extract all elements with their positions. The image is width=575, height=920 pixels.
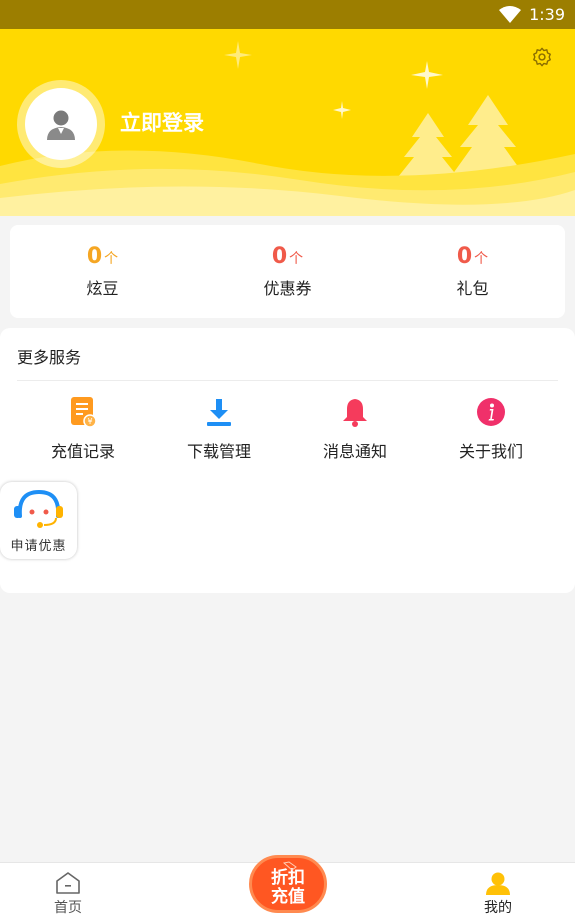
more-services-card: 更多服务 ¥ 充值记录 下载管理 消息通知 关于我们: [0, 328, 575, 593]
stat-xuandou[interactable]: 0 个 炫豆: [10, 225, 195, 318]
user-profile-icon: [486, 872, 510, 895]
stat-gift-packs[interactable]: 0 个 礼包: [380, 225, 565, 318]
service-notifications[interactable]: 消息通知: [287, 396, 423, 462]
stat-label: 礼包: [456, 279, 489, 298]
stat-coupons[interactable]: 0 个 优惠券: [195, 225, 380, 318]
service-recharge-record[interactable]: ¥ 充值记录: [15, 396, 151, 462]
nav-label: 首页: [54, 900, 82, 916]
apply-discount-floating-button[interactable]: 申请优惠: [0, 482, 77, 559]
fab-line-2: 充值: [271, 887, 305, 907]
bell-icon: [343, 399, 367, 427]
status-time: 1:39: [529, 5, 565, 24]
nav-mine[interactable]: 我的: [484, 871, 512, 917]
service-label: 消息通知: [322, 442, 387, 461]
stat-label: 优惠券: [263, 279, 312, 298]
home-icon: [56, 872, 80, 894]
profile-header: 立即登录: [0, 29, 575, 216]
default-user-icon: [47, 110, 75, 140]
stat-value: 0: [86, 244, 103, 269]
nav-home[interactable]: 首页: [54, 871, 82, 917]
stats-card: 0 个 炫豆 0 个 优惠券 0 个 礼包: [10, 225, 565, 318]
section-title: 更多服务: [17, 348, 82, 367]
stat-unit: 个: [289, 251, 304, 267]
stat-unit: 个: [474, 251, 489, 267]
discount-recharge-button[interactable]: 折扣 充值: [249, 855, 327, 913]
recharge-record-icon: ¥: [71, 397, 97, 428]
status-bar: 1:39: [0, 0, 575, 29]
divider: [17, 380, 558, 381]
login-link[interactable]: 立即登录: [120, 107, 204, 137]
avatar: [25, 88, 97, 160]
wifi-icon: [499, 5, 522, 23]
stat-value: 0: [271, 244, 288, 269]
stat-label: 炫豆: [86, 279, 119, 298]
service-download-manager[interactable]: 下载管理: [151, 396, 287, 462]
service-label: 下载管理: [186, 442, 251, 461]
info-icon: [477, 398, 505, 426]
avatar-button[interactable]: [17, 80, 105, 168]
stat-value: 0: [456, 244, 473, 269]
fab-line-1: 折扣: [271, 868, 305, 888]
svg-text:¥: ¥: [87, 417, 92, 426]
promo-label: 申请优惠: [10, 539, 67, 554]
service-label: 充值记录: [50, 442, 115, 461]
stat-unit: 个: [104, 251, 119, 267]
customer-service-headset-icon: [14, 489, 63, 528]
nav-label: 我的: [484, 900, 512, 916]
download-icon: [207, 399, 231, 426]
service-label: 关于我们: [458, 442, 523, 461]
settings-gear-icon[interactable]: [531, 46, 553, 68]
tag-icon: [283, 861, 297, 871]
services-grid: ¥ 充值记录 下载管理 消息通知 关于我们: [15, 396, 560, 462]
service-about-us[interactable]: 关于我们: [423, 396, 559, 462]
